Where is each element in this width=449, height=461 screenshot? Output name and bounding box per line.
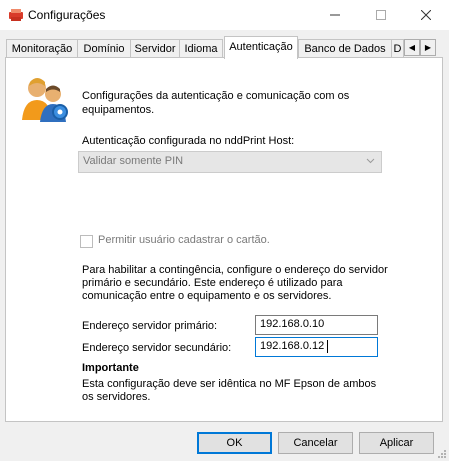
auth-description: Configurações da autenticação e comunica… [82, 90, 350, 116]
apply-button[interactable]: Aplicar [359, 432, 434, 454]
primary-server-value: 192.168.0.10 [260, 318, 325, 330]
allow-user-card-checkbox[interactable] [80, 235, 93, 248]
auth-mode-value: Validar somente PIN [83, 155, 184, 167]
important-text: Esta configuração deve ser idêntica no M… [82, 378, 377, 403]
close-icon [421, 10, 431, 20]
auth-mode-select[interactable]: Validar somente PIN [78, 151, 382, 173]
tab-scroll-left-button[interactable]: ◀ [404, 39, 420, 56]
primary-server-field[interactable]: 192.168.0.10 [255, 315, 378, 335]
tab-idioma[interactable]: Idioma [179, 39, 223, 58]
chevron-left-icon: ◀ [408, 43, 416, 52]
allow-user-card-label: Permitir usuário cadastrar o cartão. [98, 234, 270, 246]
tab-monitoracao[interactable]: Monitoração [6, 39, 78, 58]
tab-strip: Monitoração Domínio Servidor Idioma Aute… [0, 36, 449, 59]
text-caret [327, 340, 328, 353]
tab-truncated[interactable]: D [391, 39, 404, 58]
tab-banco-de-dados[interactable]: Banco de Dados [298, 39, 392, 58]
title-bar: Configurações [0, 0, 449, 30]
secondary-server-label: Endereço servidor secundário: [82, 342, 232, 354]
ok-button[interactable]: OK [197, 432, 272, 454]
important-title: Importante [82, 362, 139, 374]
resize-grip-icon[interactable] [437, 449, 447, 459]
primary-server-label: Endereço servidor primário: [82, 320, 218, 332]
users-icon [22, 78, 68, 122]
auth-configured-label: Autenticação configurada no nddPrint Hos… [82, 135, 295, 147]
maximize-button[interactable] [358, 0, 404, 30]
minimize-button[interactable] [312, 0, 358, 30]
contingency-info: Para habilitar a contingência, configure… [82, 264, 388, 302]
tab-autenticacao[interactable]: Autenticação [224, 36, 298, 59]
authentication-panel: Configurações da autenticação e comunica… [5, 57, 443, 422]
cancel-button[interactable]: Cancelar [278, 432, 353, 454]
tab-scroll-right-button[interactable]: ▶ [420, 39, 436, 56]
close-button[interactable] [403, 0, 449, 30]
chevron-right-icon: ▶ [424, 43, 432, 52]
printer-app-icon [9, 9, 23, 21]
maximize-icon [376, 10, 386, 20]
secondary-server-field[interactable]: 192.168.0.12 [255, 337, 378, 357]
chevron-down-icon [366, 158, 375, 164]
tab-servidor[interactable]: Servidor [130, 39, 180, 58]
minimize-icon [330, 14, 340, 16]
tab-dominio[interactable]: Domínio [77, 39, 131, 58]
window-title: Configurações [28, 8, 106, 22]
secondary-server-value: 192.168.0.12 [260, 340, 325, 352]
